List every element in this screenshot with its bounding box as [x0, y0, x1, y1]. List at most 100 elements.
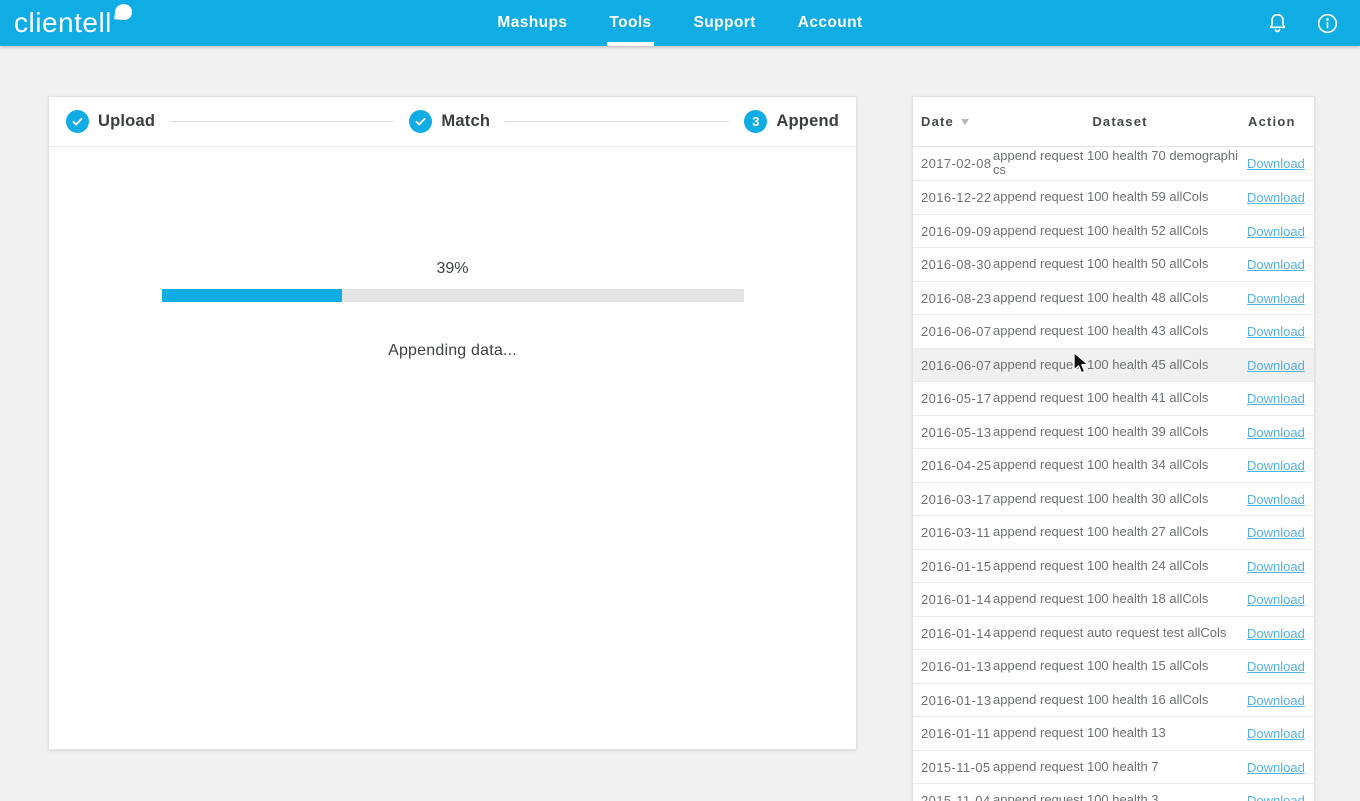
step-match: Match: [409, 110, 490, 133]
download-link[interactable]: Download: [1247, 760, 1305, 775]
download-link[interactable]: Download: [1247, 592, 1305, 607]
cell-action: Download: [1247, 315, 1314, 349]
cell-dataset: append request 100 health 52 allCols: [993, 214, 1247, 248]
cell-action: Download: [1247, 482, 1314, 516]
cell-date: 2016-05-17: [913, 382, 993, 416]
cell-date: 2016-06-07: [913, 315, 993, 349]
cell-dataset: append request 100 health 13: [993, 717, 1247, 751]
info-icon[interactable]: [1314, 10, 1340, 36]
cell-date: 2016-05-13: [913, 415, 993, 449]
table-row[interactable]: 2015-11-05append request 100 health 7Dow…: [913, 750, 1314, 784]
cell-date: 2016-01-15: [913, 549, 993, 583]
download-link[interactable]: Download: [1247, 626, 1305, 641]
cell-dataset: append request 100 health 48 allCols: [993, 281, 1247, 315]
table-row[interactable]: 2015-11-04append request 100 health 3Dow…: [913, 784, 1314, 801]
table-row[interactable]: 2016-06-07append request 100 health 43 a…: [913, 315, 1314, 349]
navbar-icons: [1264, 10, 1340, 36]
cell-date: 2015-11-05: [913, 750, 993, 784]
cell-dataset: append request 100 health 30 allCols: [993, 482, 1247, 516]
nav-item-account[interactable]: Account: [796, 0, 865, 46]
column-header-action: Action: [1247, 97, 1314, 146]
cell-action: Download: [1247, 516, 1314, 550]
top-navbar: clientell MashupsToolsSupportAccount: [0, 0, 1360, 46]
download-link[interactable]: Download: [1247, 224, 1305, 239]
cell-action: Download: [1247, 415, 1314, 449]
cell-dataset: append request 100 health 39 allCols: [993, 415, 1247, 449]
cell-dataset: append request 100 health 3: [993, 784, 1247, 801]
table-row[interactable]: 2016-03-11append request 100 health 27 a…: [913, 516, 1314, 550]
cell-dataset: append request auto request test allCols: [993, 616, 1247, 650]
cell-action: Download: [1247, 146, 1314, 181]
download-link[interactable]: Download: [1247, 257, 1305, 272]
download-link[interactable]: Download: [1247, 525, 1305, 540]
cell-dataset: append request 100 health 18 allCols: [993, 583, 1247, 617]
progress-bar-track: [162, 289, 744, 302]
download-link[interactable]: Download: [1247, 391, 1305, 406]
download-link[interactable]: Download: [1247, 659, 1305, 674]
cell-dataset: append request 100 health 34 allCols: [993, 449, 1247, 483]
cell-date: 2016-08-30: [913, 248, 993, 282]
table-row[interactable]: 2016-04-25append request 100 health 34 a…: [913, 449, 1314, 483]
cell-date: 2016-03-11: [913, 516, 993, 550]
table-row[interactable]: 2016-08-23append request 100 health 48 a…: [913, 281, 1314, 315]
download-link[interactable]: Download: [1247, 726, 1305, 741]
download-link[interactable]: Download: [1247, 559, 1305, 574]
table-row[interactable]: 2016-05-17append request 100 health 41 a…: [913, 382, 1314, 416]
cell-date: 2016-08-23: [913, 281, 993, 315]
cell-date: 2016-01-13: [913, 650, 993, 684]
cell-action: Download: [1247, 784, 1314, 801]
download-link[interactable]: Download: [1247, 693, 1305, 708]
nav-item-tools[interactable]: Tools: [607, 0, 653, 46]
cell-date: 2016-01-13: [913, 683, 993, 717]
progress-status-text: Appending data...: [49, 342, 856, 360]
nav-item-support[interactable]: Support: [692, 0, 758, 46]
cell-date: 2015-11-04: [913, 784, 993, 801]
table-row[interactable]: 2016-05-13append request 100 health 39 a…: [913, 415, 1314, 449]
table-row[interactable]: 2016-08-30append request 100 health 50 a…: [913, 248, 1314, 282]
nav-item-mashups[interactable]: Mashups: [495, 0, 569, 46]
cell-dataset: append request 100 health 15 allCols: [993, 650, 1247, 684]
step-upload: Upload: [66, 110, 155, 133]
download-link[interactable]: Download: [1247, 291, 1305, 306]
table-row[interactable]: 2016-01-14append request 100 health 18 a…: [913, 583, 1314, 617]
step-check-icon: [66, 110, 89, 133]
step-connector: [170, 121, 394, 122]
download-link[interactable]: Download: [1247, 358, 1305, 373]
cell-action: Download: [1247, 683, 1314, 717]
step-connector: [505, 121, 729, 122]
table-row[interactable]: 2016-01-15append request 100 health 24 a…: [913, 549, 1314, 583]
table-row[interactable]: 2016-01-11append request 100 health 13Do…: [913, 717, 1314, 751]
table-row[interactable]: 2016-12-22append request 100 health 59 a…: [913, 181, 1314, 215]
cell-action: Download: [1247, 248, 1314, 282]
append-wizard-card: UploadMatch3Append 39% Appending data...: [48, 96, 857, 750]
history-table-card: Date Dataset Action 2017-02-08append req…: [912, 96, 1315, 801]
column-header-date[interactable]: Date: [913, 97, 993, 146]
cell-dataset: append request 100 health 50 allCols: [993, 248, 1247, 282]
table-row[interactable]: 2016-01-13append request 100 health 15 a…: [913, 650, 1314, 684]
cell-dataset: append request 100 health 7: [993, 750, 1247, 784]
download-link[interactable]: Download: [1247, 156, 1305, 171]
download-link[interactable]: Download: [1247, 425, 1305, 440]
table-row[interactable]: 2016-01-13append request 100 health 16 a…: [913, 683, 1314, 717]
download-link[interactable]: Download: [1247, 793, 1305, 801]
table-row[interactable]: 2016-09-09append request 100 health 52 a…: [913, 214, 1314, 248]
download-link[interactable]: Download: [1247, 492, 1305, 507]
cell-date: 2016-01-14: [913, 583, 993, 617]
cell-dataset: append request 100 health 45 allCols: [993, 348, 1247, 382]
step-check-icon: [409, 110, 432, 133]
step-label: Match: [441, 112, 490, 131]
table-row[interactable]: 2016-03-17append request 100 health 30 a…: [913, 482, 1314, 516]
table-row[interactable]: 2016-01-14append request auto request te…: [913, 616, 1314, 650]
download-link[interactable]: Download: [1247, 190, 1305, 205]
cell-date: 2016-03-17: [913, 482, 993, 516]
progress-area: 39% Appending data...: [49, 260, 856, 360]
append-history-table: Date Dataset Action 2017-02-08append req…: [913, 97, 1314, 801]
table-row[interactable]: 2017-02-08append request 100 health 70 d…: [913, 146, 1314, 181]
download-link[interactable]: Download: [1247, 324, 1305, 339]
download-link[interactable]: Download: [1247, 458, 1305, 473]
table-row[interactable]: 2016-06-07append request 100 health 45 a…: [913, 348, 1314, 382]
column-header-dataset: Dataset: [993, 97, 1247, 146]
notification-bell-icon[interactable]: [1264, 10, 1290, 36]
cell-action: Download: [1247, 583, 1314, 617]
cell-dataset: append request 100 health 59 allCols: [993, 181, 1247, 215]
